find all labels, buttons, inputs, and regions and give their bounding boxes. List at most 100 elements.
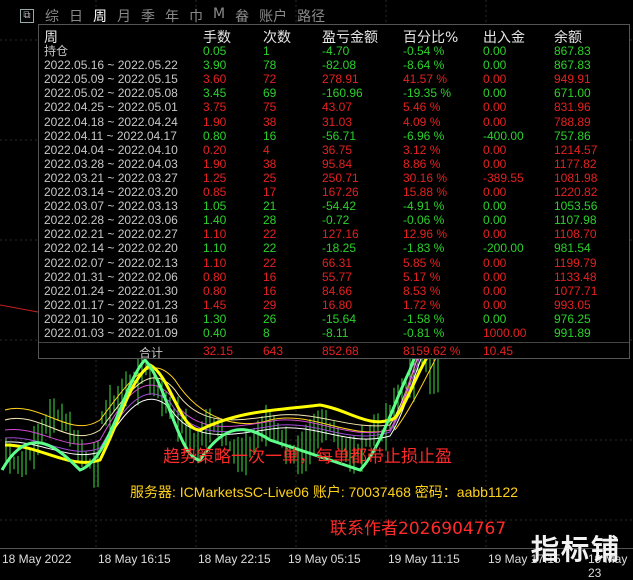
cell-balance: 1081.98 xyxy=(554,170,598,185)
cell-pnl: -8.11 xyxy=(322,326,349,340)
cell-percent: -6.96 % xyxy=(403,128,445,143)
cell-lots: 0.40 xyxy=(203,326,227,340)
cell-lots: 1.45 xyxy=(203,297,227,312)
cell-count: 25 xyxy=(263,170,277,185)
tab-4[interactable]: 季 xyxy=(136,6,160,26)
cell-balance: 1107.98 xyxy=(554,213,597,228)
cell-pnl: 16.80 xyxy=(322,297,353,312)
cell-balance: 788.89 xyxy=(554,114,591,129)
cell-lots: 1.05 xyxy=(203,199,227,214)
cell-percent: -0.06 % xyxy=(403,213,445,228)
cell-deposit: 0.00 xyxy=(483,156,507,171)
time-label: 19 May 11:15 xyxy=(388,552,460,566)
cell-lots: 1.90 xyxy=(203,114,227,129)
cell-deposit: 0.00 xyxy=(483,58,507,73)
cell-lots: 1.30 xyxy=(203,311,227,326)
table-row: 2022.01.17 ~ 2022.01.23 1.45 29 16.80 1.72 %… xyxy=(39,298,629,312)
table-row: 2022.01.10 ~ 2022.01.16 1.30 26 -15.64 -1.58… xyxy=(39,312,629,326)
cell-balance: 757.86 xyxy=(554,128,591,143)
tab-5[interactable]: 年 xyxy=(160,6,184,26)
cell-pnl: 55.77 xyxy=(322,269,353,284)
tab-10[interactable]: 路径 xyxy=(292,6,330,26)
time-label: 18 May 2022 xyxy=(2,552,72,566)
cell-percent: 30.16 % xyxy=(403,170,448,185)
cell-deposit: 0.00 xyxy=(483,185,507,199)
cell-period: 2022.02.07 ~ 2022.02.13 xyxy=(44,255,178,270)
cell-lots: 1.10 xyxy=(203,241,227,256)
cell-count: 8 xyxy=(263,326,270,340)
cell-period: 2022.04.11 ~ 2022.04.17 xyxy=(44,128,177,143)
cell-count: 1 xyxy=(263,44,270,58)
cell-pnl: -15.64 xyxy=(322,311,357,326)
tab-7[interactable]: M xyxy=(208,6,230,26)
table-row: 2022.05.16 ~ 2022.05.22 3.90 78 -82.08 -8.64… xyxy=(39,58,629,72)
cell-lots: 3.75 xyxy=(203,100,227,115)
time-label: 18 May 16:15 xyxy=(98,552,171,566)
cell-pnl: 36.75 xyxy=(322,142,353,157)
cell-period: 2022.04.25 ~ 2022.05.01 xyxy=(44,100,178,115)
time-label: 19 May 05:15 xyxy=(288,552,361,566)
table-row: 2022.05.09 ~ 2022.05.15 3.60 72 278.91 41.57… xyxy=(39,72,629,86)
table-row: 2022.02.07 ~ 2022.02.13 1.10 22 66.31 5.85 %… xyxy=(39,256,629,270)
cell-period: 2022.02.28 ~ 2022.03.06 xyxy=(44,213,178,228)
grid-icon[interactable]: ⧉ xyxy=(20,9,34,23)
table-row: 2022.04.25 ~ 2022.05.01 3.75 75 43.07 5.46 %… xyxy=(39,100,629,114)
cell-balance: 1053.56 xyxy=(554,199,598,214)
table-row: 2022.04.18 ~ 2022.04.24 1.90 38 31.03 4.09 %… xyxy=(39,115,629,129)
cell-pnl: 167.26 xyxy=(322,185,359,199)
cell-lots: 1.10 xyxy=(203,227,227,242)
tab-6[interactable]: 巾 xyxy=(184,6,208,26)
cell-percent: 1.72 % xyxy=(403,297,441,312)
cell-percent: 3.12 % xyxy=(403,142,441,157)
tab-0[interactable]: 综 xyxy=(40,6,64,26)
cell-lots: 3.60 xyxy=(203,72,227,87)
cell-pnl: -18.25 xyxy=(322,241,357,256)
cell-pnl: 84.66 xyxy=(322,283,353,298)
cell-pnl: -4.70 xyxy=(322,44,350,58)
total-deposit: 10.45 xyxy=(483,344,514,358)
cell-count: 26 xyxy=(263,311,277,326)
tab-8[interactable]: 畚 xyxy=(230,6,254,26)
tab-3[interactable]: 月 xyxy=(112,6,136,26)
cell-pnl: -54.42 xyxy=(322,199,357,214)
period-tabs: 综日周月季年巾 M 畚账户 路径 xyxy=(40,6,330,26)
cell-lots: 0.85 xyxy=(203,185,227,199)
total-percent: 8159.62 % xyxy=(403,344,461,358)
cell-balance: 671.00 xyxy=(554,86,591,101)
tab-9[interactable]: 账户 xyxy=(254,6,292,26)
total-lots: 32.15 xyxy=(203,344,234,358)
cell-balance: 991.89 xyxy=(554,326,591,340)
cell-period: 2022.03.28 ~ 2022.04.03 xyxy=(44,156,178,171)
cell-percent: -0.54 % xyxy=(403,44,445,58)
cell-pnl: 250.71 xyxy=(322,170,359,185)
server-info-text: 服务器: ICMarketsSC-Live06 账户: 70037468 密码：… xyxy=(130,484,519,500)
cell-count: 75 xyxy=(263,100,277,115)
stats-panel: 周 手数 次数 盈亏金额 百分比% 出入金 余额 持仓 0.05 1 -4.70 -0.… xyxy=(38,24,630,360)
strategy-text: 趋势策略一次一单，每单都带止损止盈 xyxy=(163,447,452,467)
cell-period: 2022.01.24 ~ 2022.01.30 xyxy=(44,283,178,298)
table-row: 2022.03.28 ~ 2022.04.03 1.90 38 95.84 8.86 %… xyxy=(39,157,629,171)
cell-deposit: 0.00 xyxy=(483,255,507,270)
cell-count: 38 xyxy=(263,156,277,171)
cell-count: 16 xyxy=(263,283,277,298)
tab-1[interactable]: 日 xyxy=(64,6,88,26)
cell-lots: 0.80 xyxy=(203,269,227,284)
cell-count: 22 xyxy=(263,255,277,270)
cell-period: 2022.05.16 ~ 2022.05.22 xyxy=(44,58,178,73)
cell-percent: -1.83 % xyxy=(403,241,445,256)
cell-pnl: 95.84 xyxy=(322,156,353,171)
cell-deposit: 0.00 xyxy=(483,297,507,312)
cell-deposit: 1000.00 xyxy=(483,326,527,340)
cell-count: 28 xyxy=(263,213,277,228)
cell-percent: -4.91 % xyxy=(403,199,445,214)
cell-pnl: -0.72 xyxy=(322,213,350,228)
cell-balance: 1199.79 xyxy=(554,255,597,270)
cell-count: 16 xyxy=(263,128,277,143)
cell-deposit: -389.55 xyxy=(483,170,524,185)
cell-lots: 0.80 xyxy=(203,283,227,298)
cell-percent: 12.96 % xyxy=(403,227,448,242)
red-ma-line xyxy=(0,304,39,313)
cell-pnl: 66.31 xyxy=(322,255,353,270)
cell-balance: 981.54 xyxy=(554,241,591,256)
tab-2[interactable]: 周 xyxy=(88,6,112,26)
